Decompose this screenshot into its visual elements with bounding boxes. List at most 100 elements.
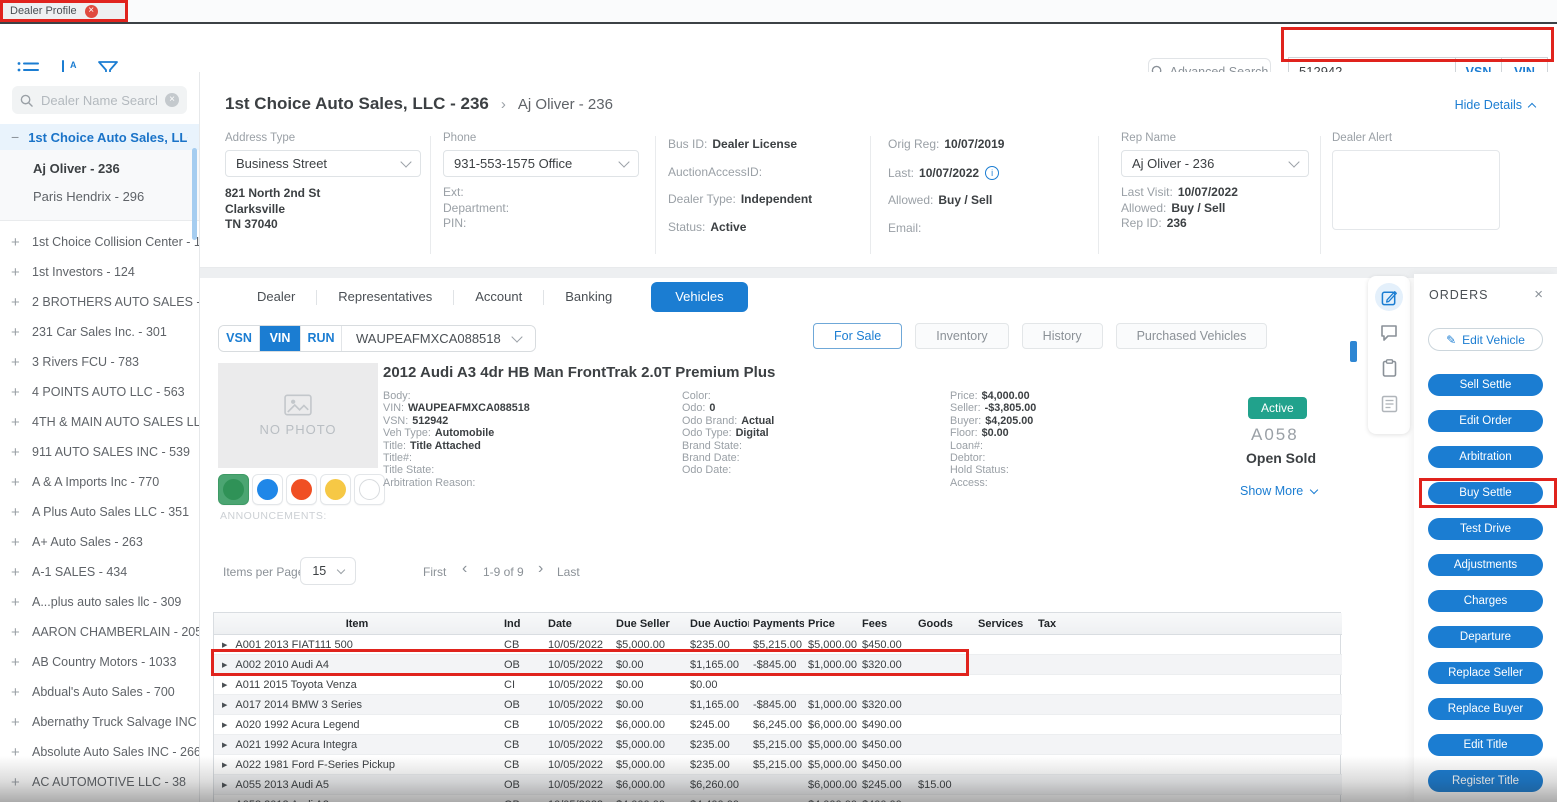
edit-order-button[interactable]: Edit Order: [1428, 410, 1543, 432]
table-row[interactable]: ▶A055 2013 Audi A5OB10/05/2022$6,000.00$…: [214, 775, 1342, 795]
collapse-minus-icon[interactable]: −: [11, 130, 19, 144]
tab-account[interactable]: Account: [454, 282, 543, 312]
pagination-last[interactable]: Last: [557, 565, 580, 579]
segment-vsn[interactable]: VSN: [219, 326, 260, 351]
expand-plus-icon[interactable]: +: [11, 564, 22, 581]
adjustments-button[interactable]: Adjustments: [1428, 554, 1543, 576]
sidebar-dealer-item[interactable]: +231 Car Sales Inc. - 301: [0, 317, 199, 347]
sidebar-dealer-item[interactable]: +911 AUTO SALES INC - 539: [0, 437, 199, 467]
row-expander-icon[interactable]: ▶: [222, 662, 227, 669]
clear-search-icon[interactable]: ×: [165, 93, 179, 107]
column-header[interactable]: Goods: [914, 613, 974, 635]
table-row[interactable]: ▶A001 2013 FIAT111 500CB10/05/2022$5,000…: [214, 635, 1342, 655]
filter-inventory[interactable]: Inventory: [915, 323, 1008, 349]
sidebar-dealer-item[interactable]: +3 Rivers FCU - 783: [0, 347, 199, 377]
column-header[interactable]: Due Auction: [686, 613, 749, 635]
forms-list-icon[interactable]: [1381, 395, 1398, 418]
breadcrumb-dealer[interactable]: 1st Choice Auto Sales, LLC - 236: [225, 94, 489, 114]
pagination-next-icon[interactable]: ›: [538, 561, 543, 577]
tab-vehicles[interactable]: Vehicles: [651, 282, 747, 312]
expand-plus-icon[interactable]: +: [11, 534, 22, 551]
tab-representatives[interactable]: Representatives: [317, 282, 453, 312]
expand-plus-icon[interactable]: +: [11, 774, 22, 791]
rep-name-select[interactable]: Aj Oliver - 236: [1121, 150, 1309, 177]
color-chip-white[interactable]: [354, 474, 385, 505]
column-header[interactable]: Payments: [749, 613, 804, 635]
address-type-select[interactable]: Business Street: [225, 150, 421, 177]
column-header[interactable]: Date: [544, 613, 612, 635]
expand-plus-icon[interactable]: +: [11, 624, 22, 641]
expand-plus-icon[interactable]: +: [11, 324, 22, 341]
edit-vehicle-button[interactable]: ✎ Edit Vehicle: [1428, 328, 1543, 351]
phone-select[interactable]: 931-553-1575 Office: [443, 150, 639, 177]
expand-plus-icon[interactable]: +: [11, 354, 22, 371]
column-header[interactable]: Due Seller: [612, 613, 686, 635]
expand-plus-icon[interactable]: +: [11, 684, 22, 701]
sidebar-rep-item[interactable]: Aj Oliver - 236: [0, 155, 199, 183]
charges-button[interactable]: Charges: [1428, 590, 1543, 612]
pagination-first[interactable]: First: [423, 565, 446, 579]
sidebar-dealer-item[interactable]: +A-1 SALES - 434: [0, 557, 199, 587]
sidebar-dealer-item[interactable]: +AB Country Motors - 1033: [0, 647, 199, 677]
expand-plus-icon[interactable]: +: [11, 264, 22, 281]
color-chip-red[interactable]: [286, 474, 317, 505]
filter-for-sale[interactable]: For Sale: [813, 323, 902, 349]
sidebar-dealer-item[interactable]: +4 POINTS AUTO LLC - 563: [0, 377, 199, 407]
table-row[interactable]: ▶A011 2015 Toyota VenzaCI10/05/2022$0.00…: [214, 675, 1342, 695]
row-expander-icon[interactable]: ▶: [222, 742, 227, 749]
buy-settle-button[interactable]: Buy Settle: [1428, 482, 1543, 504]
sidebar-dealer-item[interactable]: +A+ Auto Sales - 263: [0, 527, 199, 557]
sidebar-dealer-item[interactable]: +1st Investors - 124: [0, 257, 199, 287]
dealer-alert-box[interactable]: [1332, 150, 1500, 230]
tab-dealer[interactable]: Dealer: [236, 282, 316, 312]
departure-button[interactable]: Departure: [1428, 626, 1543, 648]
edit-title-button[interactable]: Edit Title: [1428, 734, 1543, 756]
show-more-link[interactable]: Show More: [1240, 484, 1317, 498]
row-expander-icon[interactable]: ▶: [222, 642, 227, 649]
table-row[interactable]: ▶A020 1992 Acura LegendCB10/05/2022$6,00…: [214, 715, 1342, 735]
tab-banking[interactable]: Banking: [544, 282, 633, 312]
content-scrollbar-thumb[interactable]: [1350, 341, 1357, 362]
column-header[interactable]: Fees: [858, 613, 914, 635]
expand-plus-icon[interactable]: +: [11, 504, 22, 521]
register-title-button[interactable]: Register Title: [1428, 770, 1543, 792]
edit-orders-icon[interactable]: [1375, 283, 1403, 311]
color-chip-green[interactable]: [218, 474, 249, 505]
sidebar-dealer-item[interactable]: +AC AUTOMOTIVE LLC - 38: [0, 767, 199, 797]
sidebar-dealer-item[interactable]: +1st Choice Collision Center - 16: [0, 227, 199, 257]
dealer-profile-tab[interactable]: Dealer Profile ×: [0, 0, 128, 22]
sidebar-scrollbar-thumb[interactable]: [192, 148, 197, 240]
expand-plus-icon[interactable]: +: [11, 294, 22, 311]
segment-run[interactable]: RUN: [301, 326, 342, 351]
row-expander-icon[interactable]: ▶: [222, 702, 227, 709]
table-row[interactable]: ▶A058 2012 Audi A3OB10/05/2022$4,000.00$…: [214, 795, 1342, 802]
info-icon[interactable]: i: [985, 166, 999, 180]
expand-plus-icon[interactable]: +: [11, 594, 22, 611]
vin-value-dropdown[interactable]: WAUPEAFMXCA088518: [342, 326, 535, 351]
row-expander-icon[interactable]: ▶: [222, 682, 227, 689]
sidebar-dealer-item[interactable]: +A...plus auto sales llc - 309: [0, 587, 199, 617]
clipboard-icon[interactable]: [1382, 359, 1397, 382]
sell-settle-button[interactable]: Sell Settle: [1428, 374, 1543, 396]
test-drive-button[interactable]: Test Drive: [1428, 518, 1543, 540]
expand-plus-icon[interactable]: +: [11, 744, 22, 761]
color-chip-yellow[interactable]: [320, 474, 351, 505]
replace-seller-button[interactable]: Replace Seller: [1428, 662, 1543, 684]
row-expander-icon[interactable]: ▶: [222, 762, 227, 769]
filter-purchased-vehicles[interactable]: Purchased Vehicles: [1116, 323, 1268, 349]
sidebar-dealer-item[interactable]: +Abdual's Auto Sales - 700: [0, 677, 199, 707]
column-header[interactable]: Tax: [1034, 613, 1082, 635]
row-expander-icon[interactable]: ▶: [222, 782, 227, 789]
expand-plus-icon[interactable]: +: [11, 444, 22, 461]
expand-plus-icon[interactable]: +: [11, 474, 22, 491]
dealer-name-search-input[interactable]: [39, 92, 159, 109]
row-expander-icon[interactable]: ▶: [222, 722, 227, 729]
expand-plus-icon[interactable]: +: [11, 384, 22, 401]
sidebar-dealer-item[interactable]: +4TH & MAIN AUTO SALES LLC: [0, 407, 199, 437]
tab-close-icon[interactable]: ×: [85, 5, 98, 18]
column-header[interactable]: Services: [974, 613, 1034, 635]
sidebar-dealer-item[interactable]: +2 BROTHERS AUTO SALES - 2: [0, 287, 199, 317]
dealer-name-search[interactable]: ×: [12, 86, 187, 114]
breadcrumb-rep[interactable]: Aj Oliver - 236: [518, 96, 613, 113]
table-row[interactable]: ▶A002 2010 Audi A4OB10/05/2022$0.00$1,16…: [214, 655, 1342, 675]
